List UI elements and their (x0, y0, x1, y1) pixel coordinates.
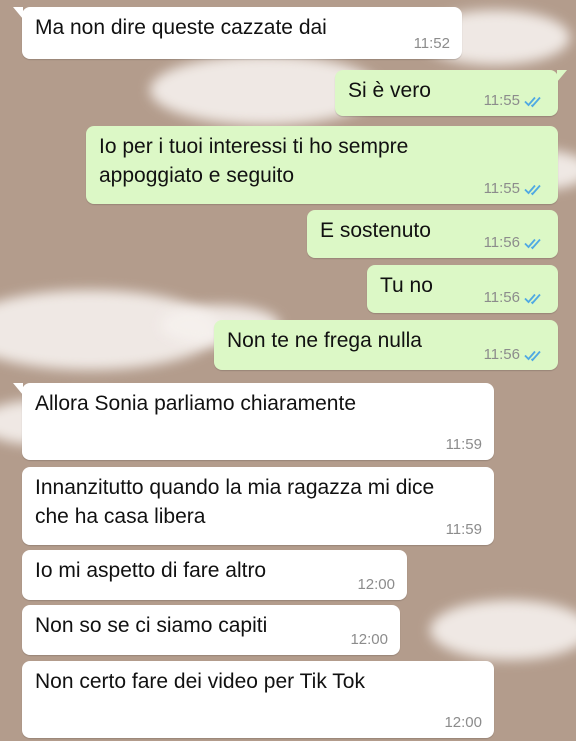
message-bubble-incoming[interactable]: Io mi aspetto di fare altro 12:00 (22, 550, 407, 600)
double-check-read-icon (524, 293, 541, 305)
message-time: 11:56 (483, 346, 520, 363)
double-check-read-icon (524, 238, 541, 250)
message-bubble-outgoing[interactable]: Io per i tuoi interessi ti ho sempre app… (86, 126, 558, 204)
message-time: 11:56 (483, 234, 520, 251)
message-text: Allora Sonia parliamo chiaramente (35, 392, 356, 415)
message-text: Ma non dire queste cazzate dai (35, 16, 327, 39)
message-bubble-outgoing[interactable]: Tu no 11:56 (367, 265, 558, 313)
message-time: 11:59 (445, 521, 482, 538)
double-check-read-icon (524, 96, 541, 108)
message-bubble-incoming[interactable]: Ma non dire queste cazzate dai 11:52 (13, 7, 462, 59)
message-time: 11:55 (483, 92, 520, 109)
message-text: Io mi aspetto di fare altro (35, 559, 267, 582)
message-text: Non so se ci siamo capiti (35, 614, 268, 637)
message-bubble-outgoing[interactable]: Non te ne frega nulla 11:56 (214, 320, 558, 370)
message-text: Io per i tuoi interessi ti ho sempre app… (99, 135, 409, 187)
message-time: 12:00 (350, 631, 388, 648)
message-bubble-incoming[interactable]: Non so se ci siamo capiti 12:00 (22, 605, 400, 655)
message-time: 12:00 (357, 576, 395, 593)
message-time: 11:55 (483, 180, 520, 197)
message-bubble-outgoing[interactable]: Si è vero 11:55 (335, 70, 567, 116)
message-bubble-incoming[interactable]: Innanzitutto quando la mia ragazza mi di… (22, 467, 494, 545)
message-time: 11:52 (413, 35, 450, 52)
message-bubble-incoming[interactable]: Allora Sonia parliamo chiaramente 11:59 (13, 383, 494, 460)
message-text: Non certo fare dei video per Tik Tok (35, 670, 365, 693)
message-time: 11:59 (445, 436, 482, 453)
message-bubble-outgoing[interactable]: E sostenuto 11:56 (307, 210, 558, 258)
message-time: 11:56 (483, 289, 520, 306)
message-time: 12:00 (444, 714, 482, 731)
double-check-read-icon (524, 184, 541, 196)
message-text: Innanzitutto quando la mia ragazza mi di… (35, 476, 435, 528)
message-bubble-incoming[interactable]: Non certo fare dei video per Tik Tok 12:… (22, 661, 494, 738)
double-check-read-icon (524, 350, 541, 362)
